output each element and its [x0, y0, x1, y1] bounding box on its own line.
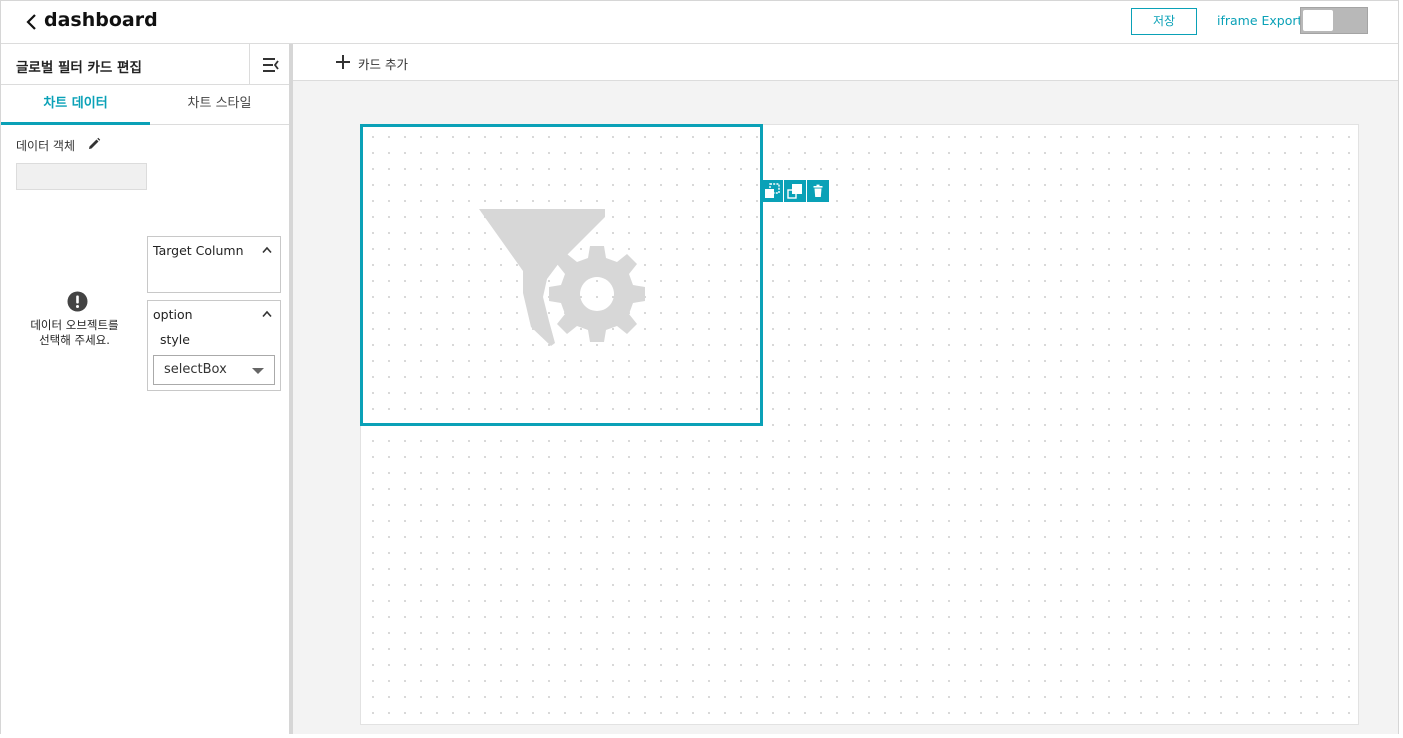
option-section: option style selectBox — [147, 300, 281, 391]
pencil-icon — [89, 137, 101, 149]
chevron-up-icon[interactable] — [262, 310, 272, 318]
edit-panel: 글로벌 필터 카드 편집 차트 데이터 차트 스타일 데이터 객체 데이터 오브… — [1, 44, 289, 734]
save-button[interactable]: 저장 — [1131, 8, 1197, 35]
copy-card-button[interactable] — [761, 180, 783, 202]
editor-toolbar: 카드 추가 — [293, 44, 1398, 81]
top-bar: dashboard 저장 iframe Export — [1, 1, 1398, 44]
chevron-up-icon[interactable] — [262, 246, 272, 254]
target-column-section: Target Column — [147, 236, 281, 293]
delete-card-button[interactable] — [807, 180, 829, 202]
target-column-title: Target Column — [153, 243, 244, 258]
page-title: dashboard — [44, 9, 158, 31]
iframe-export-toggle[interactable] — [1300, 7, 1368, 34]
warning-line-2: 선택해 주세요. — [39, 333, 110, 347]
exclamation-circle-icon — [67, 291, 88, 312]
collapse-panel-icon — [263, 58, 279, 72]
option-title: option — [153, 307, 193, 322]
trash-icon — [813, 184, 823, 197]
plus-icon — [336, 55, 350, 69]
tab-chart-style[interactable]: 차트 스타일 — [150, 85, 289, 125]
global-filter-card[interactable] — [360, 124, 763, 426]
collapse-panel-button[interactable] — [249, 44, 289, 85]
style-label: style — [160, 332, 190, 347]
data-object-field[interactable] — [16, 163, 147, 190]
panel-tabs: 차트 데이터 차트 스타일 — [1, 85, 289, 125]
select-data-object-message: 데이터 오브젝트를 선택해 주세요. — [9, 318, 140, 348]
style-select-value: selectBox — [164, 362, 227, 377]
warning-line-1: 데이터 오브젝트를 — [30, 318, 119, 332]
style-select[interactable]: selectBox — [153, 355, 275, 385]
back-button[interactable] — [25, 13, 39, 31]
add-card-label: 카드 추가 — [358, 57, 408, 72]
copy-icon — [765, 183, 780, 198]
chevron-left-icon — [26, 14, 36, 30]
caret-down-icon — [252, 368, 264, 374]
panel-title: 글로벌 필터 카드 편집 — [16, 60, 142, 76]
iframe-export-label: iframe Export — [1217, 13, 1303, 28]
panel-header: 글로벌 필터 카드 편집 — [1, 44, 289, 85]
toggle-knob — [1303, 10, 1333, 31]
app-window: dashboard 저장 iframe Export 글로벌 필터 카드 편집 … — [0, 0, 1399, 734]
maximize-icon — [787, 184, 802, 199]
data-object-label: 데이터 객체 — [16, 139, 76, 153]
edit-data-object-button[interactable] — [87, 136, 101, 150]
tab-chart-data[interactable]: 차트 데이터 — [1, 85, 150, 125]
maximize-card-button[interactable] — [784, 180, 806, 202]
filter-gear-icon — [479, 209, 645, 346]
